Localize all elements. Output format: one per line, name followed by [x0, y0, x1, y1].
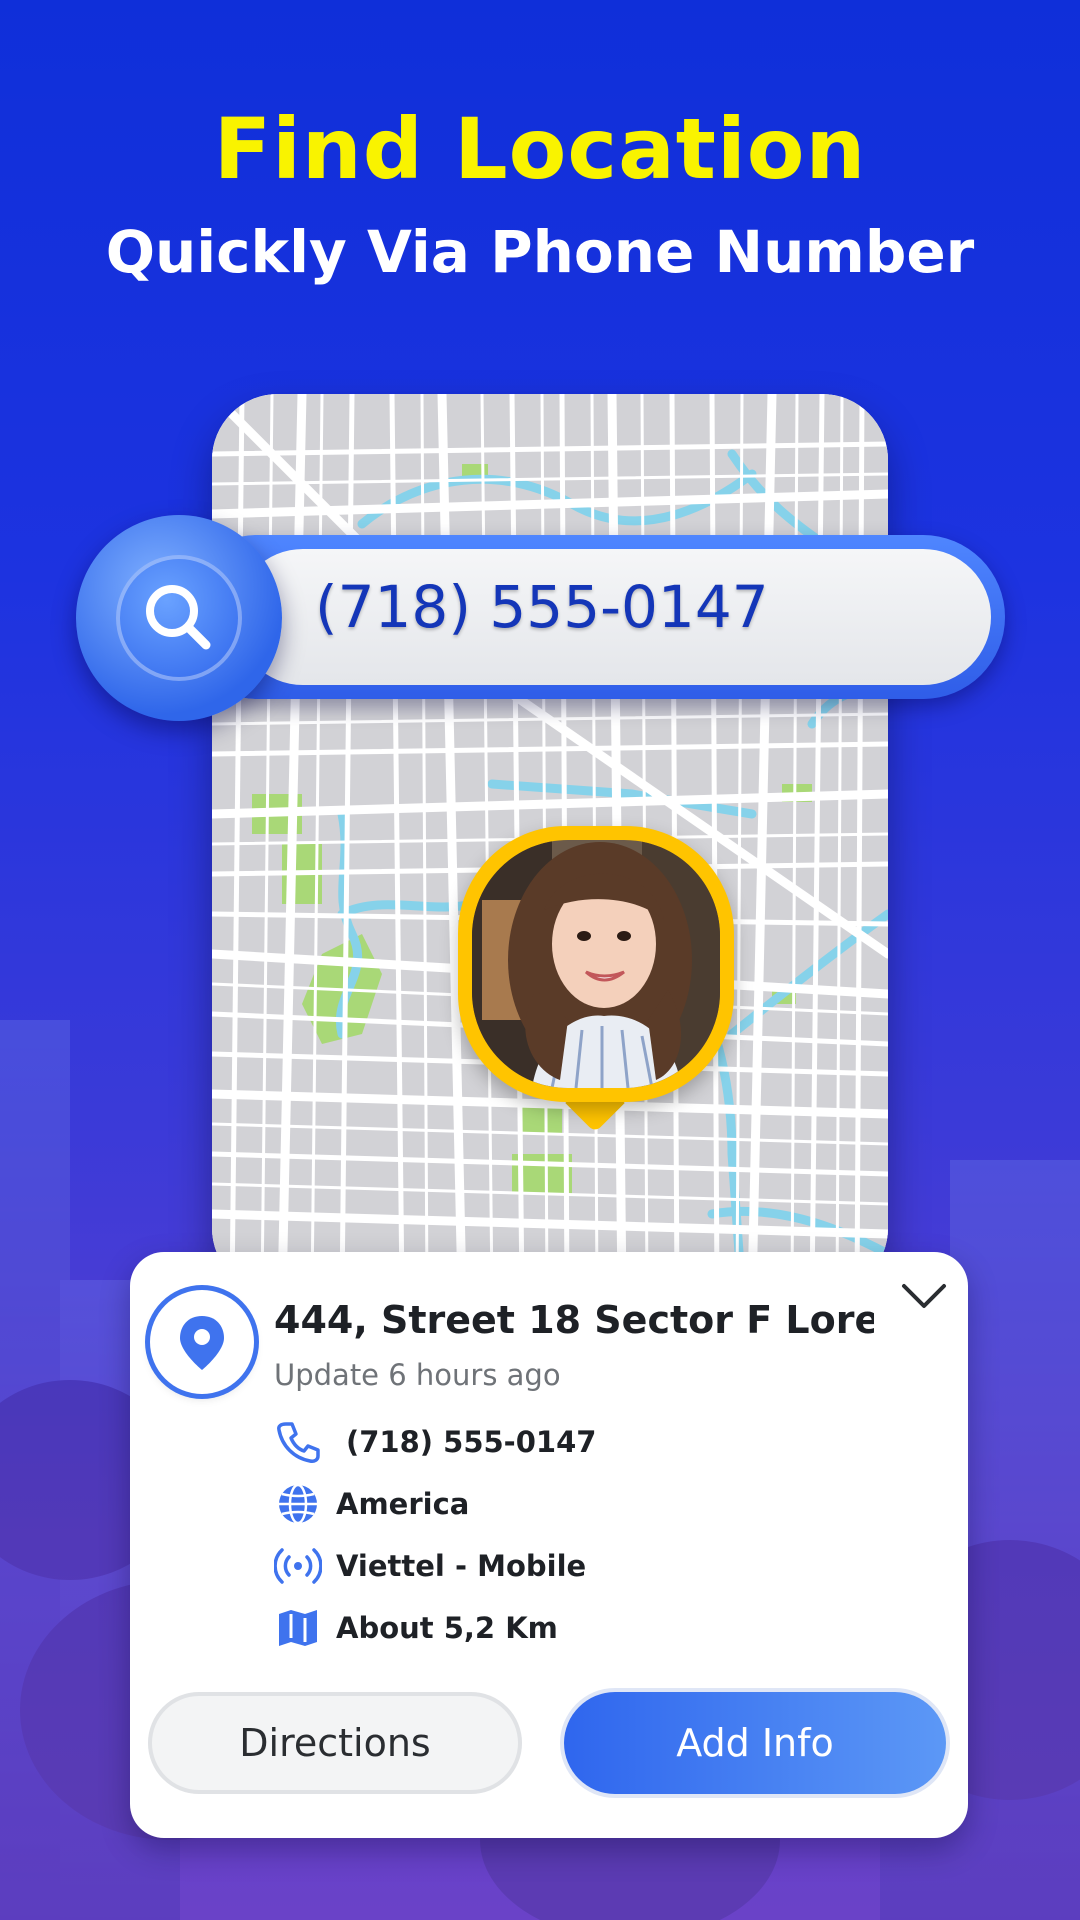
- avatar: [472, 840, 720, 1088]
- detail-row-country: America: [274, 1480, 469, 1528]
- update-time: Update 6 hours ago: [274, 1358, 561, 1392]
- directions-button[interactable]: Directions: [148, 1692, 522, 1794]
- signal-icon: [274, 1542, 322, 1590]
- search-button[interactable]: [76, 515, 282, 721]
- location-pin[interactable]: [458, 826, 734, 1102]
- location-pin-icon: [180, 1316, 224, 1370]
- detail-row-distance: About 5,2 Km: [274, 1604, 558, 1652]
- phone-search-bar[interactable]: (718) 555-0147: [175, 535, 1005, 699]
- location-badge: [150, 1290, 254, 1394]
- detail-row-phone: (718) 555-0147: [274, 1418, 596, 1466]
- globe-icon: [274, 1480, 322, 1528]
- search-icon: [146, 585, 211, 650]
- location-info-card: 444, Street 18 Sector F Lore ... Update …: [130, 1252, 968, 1838]
- phone-icon: [274, 1418, 322, 1466]
- detail-row-carrier: Viettel - Mobile: [274, 1542, 586, 1590]
- distance-text: About 5,2 Km: [336, 1611, 558, 1645]
- search-input[interactable]: (718) 555-0147: [315, 573, 769, 641]
- address-title: 444, Street 18 Sector F Lore ...: [274, 1298, 874, 1342]
- search-button-inner: [116, 555, 242, 681]
- country-text: America: [336, 1487, 470, 1521]
- carrier-text: Viettel - Mobile: [336, 1549, 587, 1583]
- phone-number-text: (718) 555-0147: [346, 1425, 597, 1459]
- add-info-button[interactable]: Add Info: [564, 1692, 946, 1794]
- headline-subtitle: Quickly Via Phone Number: [105, 218, 975, 286]
- chevron-down-icon[interactable]: [898, 1276, 950, 1316]
- headline-title: Find Location: [213, 100, 867, 198]
- map-icon: [274, 1604, 322, 1652]
